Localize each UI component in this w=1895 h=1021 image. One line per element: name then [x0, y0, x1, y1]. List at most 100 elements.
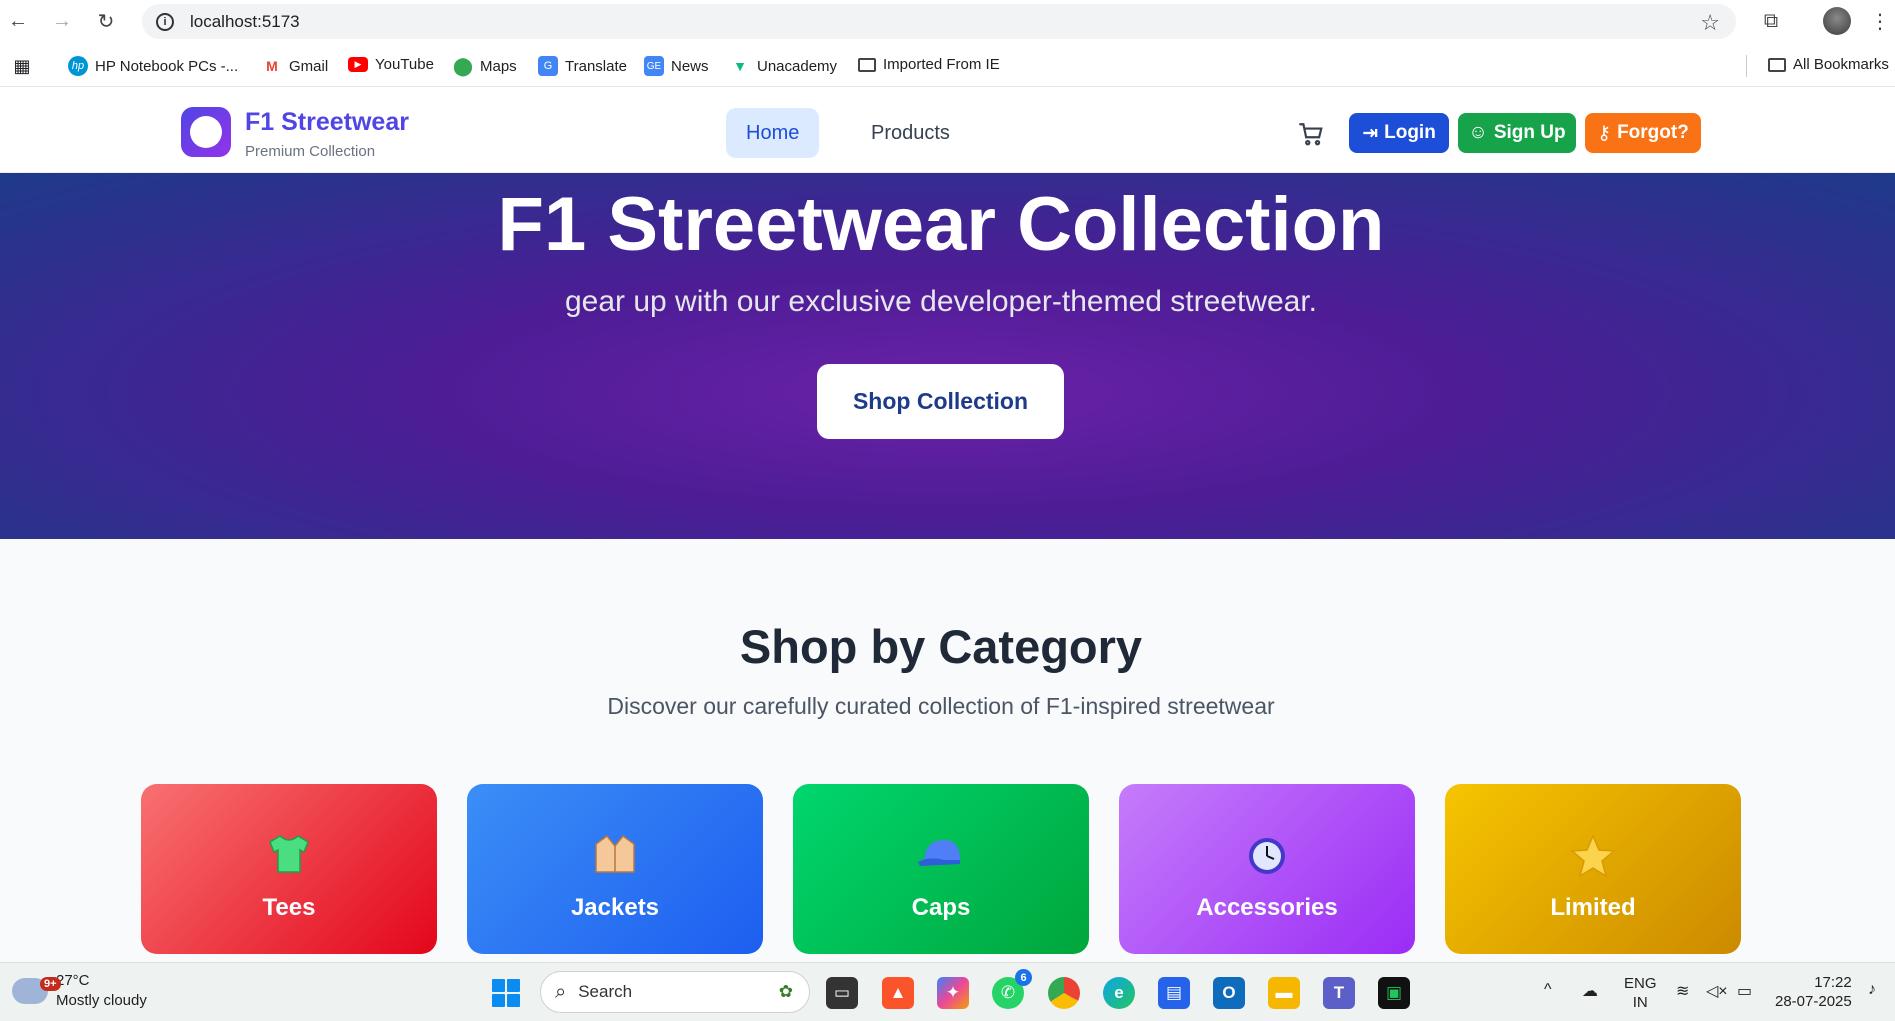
add-user-icon: ☺: [1468, 122, 1488, 143]
nav-home[interactable]: Home: [726, 108, 820, 158]
gmail-icon: M: [266, 58, 278, 74]
bookmark-news[interactable]: GE News: [644, 56, 709, 76]
taskbar-search[interactable]: ⌕ Search ✿: [540, 971, 810, 1013]
apps-grid-icon[interactable]: ▦: [12, 56, 32, 76]
weather-badge: 9+: [40, 977, 61, 991]
bookmark-star-icon[interactable]: ☆: [1700, 10, 1720, 36]
category-label: Accessories: [1196, 894, 1338, 921]
all-bookmarks-label: All Bookmarks: [1793, 56, 1889, 73]
category-card-caps[interactable]: Caps: [793, 784, 1089, 954]
bookmarks-bar: ▦ hp HP Notebook PCs -... M Gmail ▶ YouTube…: [0, 47, 1895, 87]
file-explorer-icon[interactable]: ▬: [1268, 977, 1300, 1009]
category-label: Caps: [911, 894, 971, 921]
cap-icon: [916, 834, 966, 884]
category-section: Shop by Category Discover our carefully …: [0, 539, 1895, 962]
whatsapp-icon[interactable]: ✆ 6: [992, 969, 1032, 1009]
folder-icon: [1768, 57, 1786, 72]
edge-icon[interactable]: e: [1103, 977, 1135, 1009]
category-card-limited[interactable]: Limited: [1445, 784, 1741, 954]
shop-collection-button[interactable]: Shop Collection: [817, 364, 1064, 439]
wifi-icon[interactable]: ≋: [1676, 981, 1689, 1001]
hero-title: F1 Streetwear Collection: [497, 182, 1385, 267]
menu-icon[interactable]: ⋮: [1868, 6, 1892, 36]
search-icon: ⌕: [555, 980, 567, 1003]
bookmark-hp[interactable]: hp HP Notebook PCs -...: [68, 56, 238, 76]
nav-products[interactable]: Products: [851, 108, 970, 158]
address-bar[interactable]: i localhost:5173 ☆: [142, 4, 1736, 39]
volume-mute-icon[interactable]: ◁×: [1706, 981, 1728, 1001]
bookmark-maps[interactable]: ⬤ Maps: [453, 56, 517, 76]
teams-icon[interactable]: T: [1323, 977, 1355, 1009]
bookmark-imported[interactable]: Imported From IE: [858, 56, 1000, 73]
cart-icon[interactable]: [1296, 119, 1326, 149]
forgot-label: Forgot?: [1617, 122, 1689, 143]
category-card-tees[interactable]: Tees: [141, 784, 437, 954]
profile-avatar[interactable]: [1820, 6, 1854, 36]
bookmark-label: Translate: [565, 57, 627, 75]
date: 28-07-2025: [1775, 993, 1852, 1010]
windows-start-icon[interactable]: [492, 979, 520, 1007]
login-button[interactable]: ⇥ Login: [1349, 113, 1449, 153]
brand-logo[interactable]: [181, 107, 231, 157]
category-card-jackets[interactable]: Jackets: [467, 784, 763, 954]
jacket-icon: [592, 834, 638, 884]
clock[interactable]: 17:22 28-07-2025: [1775, 973, 1852, 1011]
hero-subtitle: gear up with our exclusive developer-the…: [564, 285, 1318, 318]
all-bookmarks[interactable]: All Bookmarks: [1768, 56, 1889, 73]
bookmark-label: Maps: [480, 57, 517, 75]
signup-button[interactable]: ☺ Sign Up: [1458, 113, 1576, 153]
reload-icon[interactable]: ↻: [88, 3, 124, 39]
language-indicator[interactable]: ENG IN: [1624, 974, 1657, 1012]
section-subtitle: Discover our carefully curated collectio…: [607, 693, 1275, 719]
back-icon[interactable]: ←: [0, 3, 36, 39]
url-text[interactable]: localhost:5173: [190, 12, 300, 32]
extensions-icon[interactable]: ⧉: [1756, 6, 1786, 36]
translate-icon: G: [538, 56, 558, 76]
bookmark-youtube[interactable]: ▶ YouTube: [348, 56, 434, 73]
chevron-up-icon[interactable]: ^: [1544, 981, 1552, 999]
bookmark-label: News: [671, 57, 709, 75]
copilot-icon[interactable]: ✦: [937, 977, 969, 1009]
outlook-icon[interactable]: O: [1213, 977, 1245, 1009]
watch-icon: [1245, 834, 1289, 884]
category-label: Jackets: [570, 894, 660, 921]
tshirt-icon: [266, 834, 312, 884]
notification-bell-icon[interactable]: ♪: [1868, 981, 1876, 999]
login-label: Login: [1384, 122, 1436, 143]
weather-condition: Mostly cloudy: [56, 992, 147, 1009]
unacademy-icon: ▼: [733, 58, 747, 74]
login-icon: ⇥: [1362, 122, 1379, 144]
bookmark-gmail[interactable]: M Gmail: [262, 56, 328, 76]
battery-icon[interactable]: ▭: [1737, 981, 1752, 1001]
store-icon[interactable]: ▤: [1158, 977, 1190, 1009]
bookmark-label: YouTube: [375, 56, 434, 73]
region-code: IN: [1632, 994, 1648, 1011]
bookmark-label: Gmail: [289, 57, 329, 75]
temperature: 27°C: [56, 972, 90, 989]
search-label: Search: [578, 982, 633, 1001]
brave-icon[interactable]: ▲: [882, 977, 914, 1009]
browser-toolbar: ← → ↻ i localhost:5173 ☆ ⧉ ⋮: [0, 0, 1895, 43]
forgot-button[interactable]: ⚷ Forgot?: [1585, 113, 1701, 153]
site-info-icon[interactable]: i: [156, 12, 174, 31]
time: 17:22: [1814, 974, 1852, 991]
bookmark-unacademy[interactable]: ▼ Unacademy: [730, 56, 837, 76]
forward-icon[interactable]: →: [44, 3, 80, 39]
category-card-accessories[interactable]: Accessories: [1119, 784, 1415, 954]
bookmark-translate[interactable]: G Translate: [538, 56, 627, 76]
key-icon: ⚷: [1597, 122, 1612, 144]
terminal-icon[interactable]: ▣: [1378, 977, 1410, 1009]
signup-label: Sign Up: [1493, 122, 1566, 143]
news-icon: GE: [644, 56, 664, 76]
plant-icon: ✿: [778, 982, 793, 1001]
bookmarks-divider: [1746, 55, 1747, 77]
weather-widget[interactable]: 9+ 27°C Mostly cloudy: [12, 971, 147, 1011]
category-label: Tees: [262, 894, 316, 921]
bookmark-label: Imported From IE: [883, 56, 1000, 73]
chrome-icon[interactable]: [1048, 977, 1080, 1009]
brand-name[interactable]: F1 Streetwear: [245, 108, 409, 137]
windows-taskbar: 9+ 27°C Mostly cloudy ⌕ Search ✿ ▭ ▲ ✦ ✆…: [0, 962, 1895, 1021]
task-view-icon[interactable]: ▭: [826, 977, 858, 1009]
onedrive-icon[interactable]: ☁: [1582, 981, 1598, 1001]
bookmark-label: Unacademy: [757, 57, 838, 75]
